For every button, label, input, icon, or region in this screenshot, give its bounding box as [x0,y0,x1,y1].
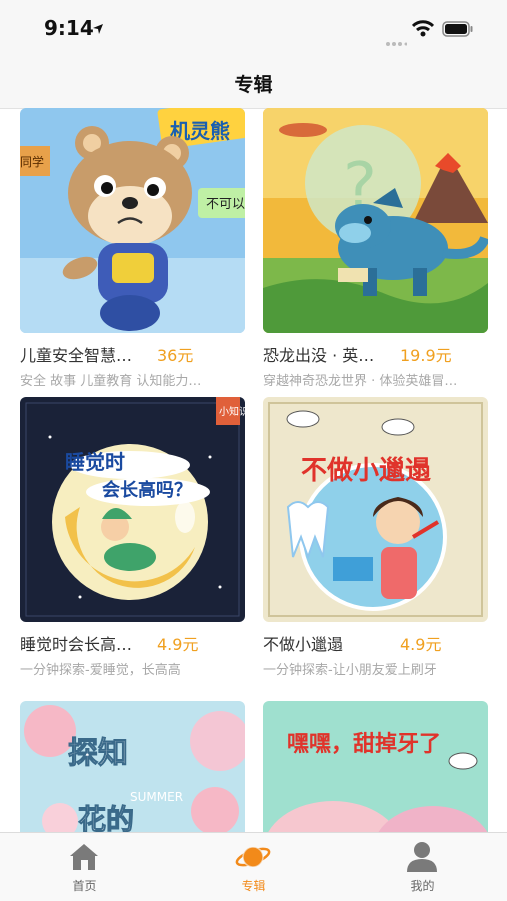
album-card[interactable]: 机灵熊 同学 不可以 儿童安全智慧… 36元 安全 故事 儿童教育 认知能力… [20,108,245,389]
album-tags: 一分钟探索-让小朋友爱上刷牙 [263,663,437,678]
nav-bar: 专辑 [0,60,507,109]
album-cover-bear[interactable]: 机灵熊 同学 不可以 [20,108,245,333]
album-card[interactable]: 不做小邋遢 不做小邋遢 4.9元 一分钟探索-让小朋友爱上刷牙 [263,397,488,678]
tab-profile[interactable]: 我的 [338,833,507,901]
album-title[interactable]: 不做小邋遢 [263,631,398,655]
tab-home[interactable]: 首页 [0,833,169,901]
status-time: 9:14 [44,16,94,40]
album-cover-sleep[interactable]: 小知识 睡觉时 会长高吗？ [20,397,245,622]
album-card[interactable]: ? 恐龙出没 · 英… 19.9元 穿越神奇恐龙世界 · 体验英雄冒… [263,108,488,389]
home-icon [66,839,102,875]
album-title[interactable]: 睡觉时会长高… [20,631,155,655]
album-card[interactable]: 小知识 睡觉时 会长高吗？ 睡觉时会长高… 4.9元 一分钟探索-爱睡觉，长高高 [20,397,245,678]
signal-dots-icon [385,32,408,51]
album-price: 4.9元 [400,635,442,654]
album-cover-sweets[interactable]: 嘿嘿，甜掉牙了 [263,701,488,832]
album-card[interactable]: 嘿嘿，甜掉牙了 [263,701,488,832]
svg-text:会长高吗？: 会长高吗？ [102,479,192,501]
svg-text:睡觉时: 睡觉时 [65,450,125,474]
album-grid[interactable]: 机灵熊 同学 不可以 儿童安全智慧… 36元 安全 故事 儿童教育 认知能力… … [0,108,507,832]
album-title[interactable]: 儿童安全智慧… [20,342,155,366]
album-cover-teeth[interactable]: 不做小邋遢 [263,397,488,622]
svg-text:嘿嘿，甜掉牙了: 嘿嘿，甜掉牙了 [287,731,441,757]
tab-bar: 首页 专辑 我的 [0,832,507,901]
svg-text:探知: 探知 [68,736,128,771]
svg-text:不可以: 不可以 [206,197,245,212]
location-arrow-icon [92,20,104,39]
user-icon [404,839,440,875]
album-tags: 安全 故事 儿童教育 认知能力… [20,374,202,389]
album-tags: 一分钟探索-爱睡觉，长高高 [20,663,181,678]
album-cover-dinosaur[interactable]: ? [263,108,488,333]
battery-icon [442,21,474,41]
album-title[interactable]: 恐龙出没 · 英… [263,342,398,366]
tab-home-label: 首页 [72,879,97,893]
svg-text:SUMMER: SUMMER [130,790,183,804]
album-price: 4.9元 [157,635,199,654]
svg-text:小知识: 小知识 [219,405,245,418]
status-bar: 9:14 [0,0,507,60]
wifi-icon [411,20,435,42]
tab-profile-label: 我的 [410,879,435,893]
album-card[interactable]: 探知 花的 SUMMER [20,701,245,832]
album-price: 19.9元 [400,346,452,365]
album-price: 36元 [157,346,194,365]
album-tags: 穿越神奇恐龙世界 · 体验英雄冒… [263,374,458,389]
album-cover-flowers[interactable]: 探知 花的 SUMMER [20,701,245,832]
page-title: 专辑 [234,74,273,96]
tab-albums-label: 专辑 [241,879,266,893]
planet-icon [235,839,271,875]
svg-text:同学: 同学 [20,154,44,169]
tab-albums[interactable]: 专辑 [169,833,338,901]
svg-text:不做小邋遢: 不做小邋遢 [301,456,431,486]
svg-text:花的: 花的 [78,803,134,832]
